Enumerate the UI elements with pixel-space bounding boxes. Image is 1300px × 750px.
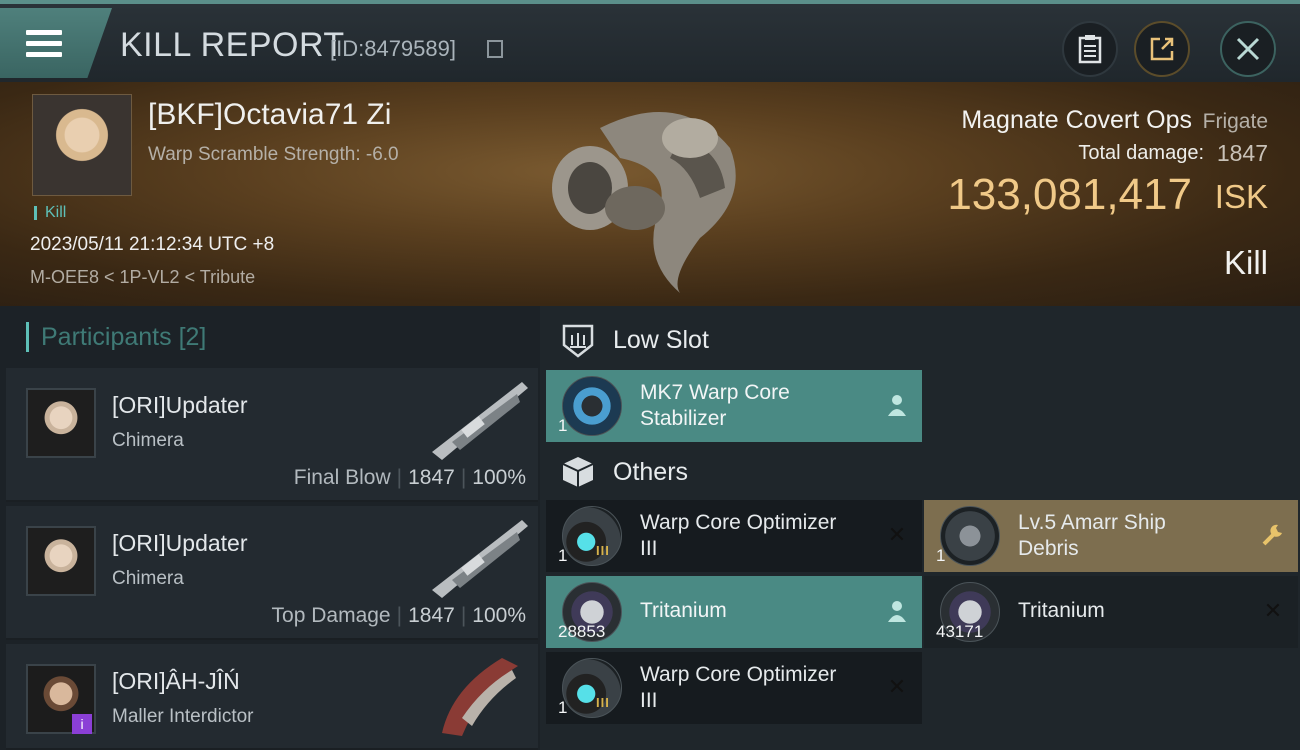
participant-damage: 1847: [408, 604, 455, 627]
item-quantity: 1: [936, 546, 946, 565]
destroyed-icon: ✕: [887, 522, 907, 547]
loot-item[interactable]: 1 Lv.5 Amarr Ship Debris: [924, 500, 1298, 572]
others-icon: [562, 457, 594, 487]
total-damage-value: 1847: [1216, 140, 1268, 166]
participant-portrait[interactable]: [26, 526, 96, 596]
loot-item[interactable]: 43171 Tritanium ✕: [924, 576, 1298, 648]
item-name: Tritanium: [640, 599, 727, 622]
victim-subtitle: Warp Scramble Strength: -6.0: [148, 144, 399, 165]
participant-row[interactable]: i [ORI]ÂH-JÎŃ Maller Interdictor: [6, 644, 538, 750]
clipboard-icon: [1078, 35, 1102, 64]
item-icon: [562, 506, 622, 566]
item-icon: [562, 658, 622, 718]
victim-ship-image[interactable]: [530, 88, 770, 298]
item-name: MK7 Warp Core Stabilizer: [640, 381, 790, 430]
participant-ship: Chimera: [112, 568, 184, 589]
destroyed-icon: ✕: [1263, 598, 1283, 623]
participant-stat-label: Top Damage: [271, 604, 391, 627]
result-label: Kill: [1223, 244, 1268, 281]
isk-unit: ISK: [1214, 178, 1268, 215]
victim-ship-class: Frigate: [1202, 110, 1268, 133]
item-icon: [562, 376, 622, 436]
item-quantity: 1: [558, 416, 568, 435]
participant-ship-image: [442, 658, 518, 736]
participant-row[interactable]: [ORI]Updater Chimera Top Damage | 1847 | 100…: [6, 506, 538, 640]
item-quantity: 1: [558, 698, 568, 717]
victim-name[interactable]: [BKF]Octavia71 Zi: [148, 98, 391, 132]
participant-name: [ORI]Updater: [112, 392, 248, 418]
page-title: KILL REPORT: [120, 26, 345, 64]
copy-icon[interactable]: [487, 40, 503, 58]
victim-portrait[interactable]: [32, 94, 132, 196]
loot-panel: Low Slot 1 MK7 Warp Core Stabilizer Other…: [540, 306, 1300, 750]
victim-banner: [BKF]Octavia71 Zi Warp Scramble Strength…: [0, 82, 1300, 306]
loot-item[interactable]: 28853 Tritanium: [546, 576, 922, 648]
participant-portrait[interactable]: [26, 388, 96, 458]
low-slot-title: Low Slot: [613, 326, 709, 354]
item-name: Tritanium: [1018, 599, 1105, 622]
kill-datetime: 2023/05/11 21:12:34 UTC +8: [30, 234, 275, 255]
item-name: Lv.5 Amarr Ship Debris: [1018, 511, 1166, 560]
share-icon: [1150, 37, 1174, 61]
victim-ship-name[interactable]: Magnate Covert Ops: [961, 106, 1192, 135]
participants-label: Participants: [41, 323, 172, 351]
clipboard-button[interactable]: [1062, 21, 1118, 77]
info-badge: i: [72, 714, 92, 734]
participant-row[interactable]: [ORI]Updater Chimera Final Blow | 1847 | 100…: [6, 368, 538, 502]
item-name: Warp Core Optimizer III: [640, 663, 837, 712]
participants-count: [2]: [178, 323, 207, 351]
close-icon: [1236, 37, 1260, 61]
others-title: Others: [613, 458, 689, 486]
item-meta-level: III: [596, 695, 610, 710]
menu-button[interactable]: [0, 8, 112, 78]
low-slot-icon: [562, 324, 594, 358]
top-bar: KILL REPORT [ID:8479589]: [0, 0, 1300, 82]
participant-name: [ORI]ÂH-JÎŃ: [112, 668, 240, 694]
item-quantity: 43171: [936, 622, 984, 641]
total-damage-label: Total damage:: [1078, 142, 1204, 164]
participant-ship-image: [432, 520, 528, 598]
participant-damage: 1847: [408, 466, 455, 489]
participant-percent: 100%: [472, 604, 526, 627]
loot-item[interactable]: 1 III Warp Core Optimizer III ✕: [546, 652, 922, 724]
person-icon: [888, 601, 906, 622]
participant-ship-image: [432, 382, 528, 460]
destroyed-icon: ✕: [887, 674, 907, 699]
item-name: Warp Core Optimizer III: [640, 511, 837, 560]
isk-value: 133,081,417: [947, 170, 1192, 219]
loot-item[interactable]: 1 MK7 Warp Core Stabilizer: [546, 370, 922, 442]
wrench-icon: [1262, 524, 1282, 546]
kill-tag: Kill: [34, 205, 66, 221]
participant-stats: Final Blow | 1847 | 100%: [293, 466, 526, 489]
participant-name: [ORI]Updater: [112, 530, 248, 556]
participants-header: Participants [2]: [26, 322, 206, 352]
item-icon: [940, 506, 1000, 566]
participant-ship: Maller Interdictor: [112, 706, 254, 727]
close-button[interactable]: [1220, 21, 1276, 77]
participant-ship: Chimera: [112, 430, 184, 451]
person-icon: [888, 395, 906, 416]
loot-item[interactable]: 1 III Warp Core Optimizer III ✕: [546, 500, 922, 572]
share-button[interactable]: [1134, 21, 1190, 77]
participant-percent: 100%: [472, 466, 526, 489]
kill-location[interactable]: M-OEE8 < 1P-VL2 < Tribute: [30, 267, 255, 288]
participants-panel: Participants [2] [ORI]Updater Chimera Fi…: [0, 306, 540, 750]
item-quantity: 1: [558, 546, 568, 565]
item-quantity: 28853: [558, 622, 606, 641]
participant-stat-label: Final Blow: [293, 466, 391, 489]
report-id: [ID:8479589]: [330, 36, 456, 61]
participant-stats: Top Damage | 1847 | 100%: [271, 604, 526, 627]
menu-icon: [26, 30, 62, 63]
item-meta-level: III: [596, 543, 610, 558]
